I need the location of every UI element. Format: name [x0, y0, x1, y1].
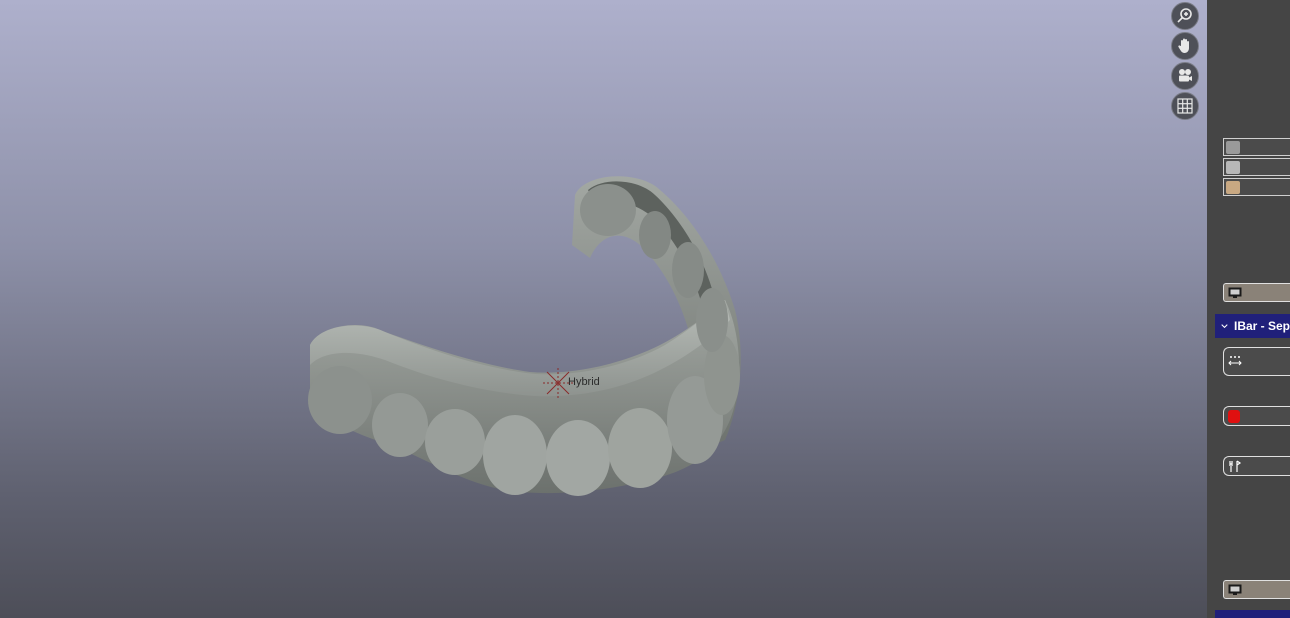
- monitor-icon: [1228, 584, 1242, 595]
- display-selector-2[interactable]: [1223, 580, 1290, 599]
- pan-hand-icon[interactable]: [1171, 32, 1199, 60]
- monitor-icon: [1228, 287, 1242, 298]
- layer-thumbnail-1: [1226, 141, 1240, 154]
- pivot-mode-label: Hybrid: [568, 376, 600, 388]
- layer-thumbnail-2: [1226, 161, 1240, 174]
- layer-row-2[interactable]: [1223, 158, 1290, 176]
- display-selector[interactable]: [1223, 283, 1290, 302]
- color-field[interactable]: [1223, 406, 1290, 426]
- 3d-viewport[interactable]: Hybrid: [0, 0, 1207, 618]
- layer-row-1[interactable]: [1223, 138, 1290, 156]
- zoom-icon[interactable]: [1171, 2, 1199, 30]
- red-color-swatch: [1228, 410, 1240, 423]
- tools-field[interactable]: [1223, 456, 1290, 476]
- tools-icon: [1229, 460, 1242, 472]
- ibar-section-header[interactable]: IBar - Sep: [1215, 314, 1290, 338]
- ibar-section-title: IBar - Sep: [1233, 319, 1290, 333]
- camera-icon[interactable]: [1171, 62, 1199, 90]
- chevron-down-icon: [1221, 324, 1228, 329]
- distance-tool-field[interactable]: [1223, 347, 1290, 376]
- measure-distance-icon: [1228, 356, 1242, 366]
- dental-aligner-model[interactable]: [0, 0, 1207, 618]
- layer-thumbnail-3: [1226, 181, 1240, 194]
- right-panel: [1207, 0, 1290, 618]
- layer-row-3[interactable]: [1223, 178, 1290, 196]
- next-section-header[interactable]: [1215, 610, 1290, 618]
- grid-icon[interactable]: [1171, 92, 1199, 120]
